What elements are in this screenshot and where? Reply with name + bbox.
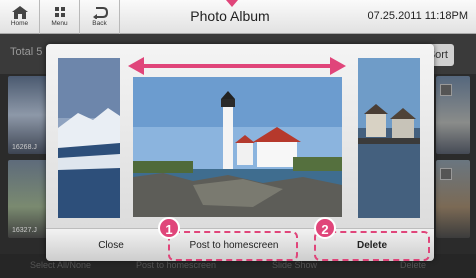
page-title: Photo Album bbox=[190, 8, 270, 24]
bg-delete-button[interactable]: Delete bbox=[400, 260, 426, 270]
callout-badge-1: 1 bbox=[158, 217, 180, 239]
bg-post-button[interactable]: Post to homescreen bbox=[136, 260, 216, 270]
callout-badge-2: 2 bbox=[314, 217, 336, 239]
back-button[interactable]: Back bbox=[80, 0, 120, 34]
datetime: 07.25.2011 11:18PM bbox=[367, 10, 468, 22]
next-photo[interactable] bbox=[358, 58, 420, 218]
menu-grid-icon bbox=[54, 7, 65, 17]
double-arrow-icon bbox=[128, 57, 346, 75]
thumb-checkbox[interactable] bbox=[440, 168, 452, 180]
back-label: Back bbox=[92, 20, 107, 27]
menu-button[interactable]: Menu bbox=[40, 0, 80, 34]
previous-photo[interactable] bbox=[58, 58, 120, 218]
menu-label: Menu bbox=[51, 20, 68, 27]
thumb-caption: 16268.J bbox=[12, 144, 37, 151]
highlight-post bbox=[168, 231, 298, 261]
main-photo bbox=[133, 77, 342, 217]
total-count: Total 5 bbox=[10, 46, 43, 58]
slide-show-button[interactable]: Slide Show bbox=[272, 260, 317, 270]
home-label: Home bbox=[10, 20, 29, 27]
home-icon bbox=[11, 6, 28, 19]
close-button[interactable]: Close bbox=[52, 234, 170, 258]
thumb-caption: 16327.J bbox=[12, 227, 37, 234]
thumb-checkbox[interactable] bbox=[440, 84, 452, 96]
back-arrow-icon bbox=[92, 7, 108, 19]
pointer-marker bbox=[226, 0, 238, 7]
top-bar: Home Menu Back Photo Album 07.25.2011 11… bbox=[0, 0, 476, 34]
select-all-button[interactable]: Select All/None bbox=[30, 260, 91, 270]
home-button[interactable]: Home bbox=[0, 0, 40, 34]
